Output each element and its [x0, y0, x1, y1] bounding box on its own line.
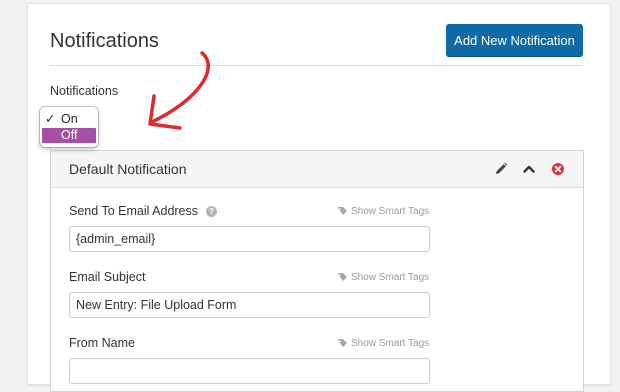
- tag-icon: [338, 273, 347, 281]
- checkmark-icon: ✓: [45, 112, 56, 126]
- dropdown-option-off[interactable]: Off: [42, 128, 96, 143]
- send-to-email-input[interactable]: [69, 226, 430, 252]
- smart-tags-label: Show Smart Tags: [351, 338, 430, 349]
- header-divider: [50, 65, 583, 66]
- smart-tags-label: Show Smart Tags: [351, 206, 430, 217]
- close-circle-icon[interactable]: [551, 162, 565, 176]
- notification-title: Default Notification: [69, 161, 187, 177]
- pencil-icon[interactable]: [494, 162, 508, 176]
- email-subject-label: Email Subject: [69, 270, 146, 284]
- option-off-label: Off: [61, 128, 78, 142]
- from-name-label: From Name: [69, 336, 135, 350]
- dropdown-option-on[interactable]: ✓ On: [42, 112, 96, 127]
- email-subject-input[interactable]: [69, 292, 430, 318]
- show-smart-tags-link[interactable]: Show Smart Tags: [338, 272, 429, 283]
- help-icon[interactable]: ?: [206, 206, 217, 217]
- notification-card-header: Default Notification: [51, 151, 583, 188]
- notification-card: Default Notification Send To Email Addre…: [50, 150, 584, 392]
- tag-icon: [338, 207, 347, 215]
- send-to-email-label: Send To Email Address: [69, 204, 199, 218]
- add-new-notification-button[interactable]: Add New Notification: [446, 24, 583, 56]
- from-name-input[interactable]: [69, 358, 430, 384]
- show-smart-tags-link[interactable]: Show Smart Tags: [338, 206, 429, 217]
- notifications-select-dropdown[interactable]: ✓ On Off: [40, 107, 98, 147]
- tag-icon: [338, 339, 347, 347]
- notifications-toggle-label: Notifications: [50, 84, 119, 98]
- smart-tags-label: Show Smart Tags: [351, 272, 430, 283]
- show-smart-tags-link[interactable]: Show Smart Tags: [338, 338, 429, 349]
- chevron-up-icon[interactable]: [522, 162, 536, 176]
- annotation-arrow-icon: [148, 51, 210, 130]
- option-on-label: On: [61, 112, 78, 126]
